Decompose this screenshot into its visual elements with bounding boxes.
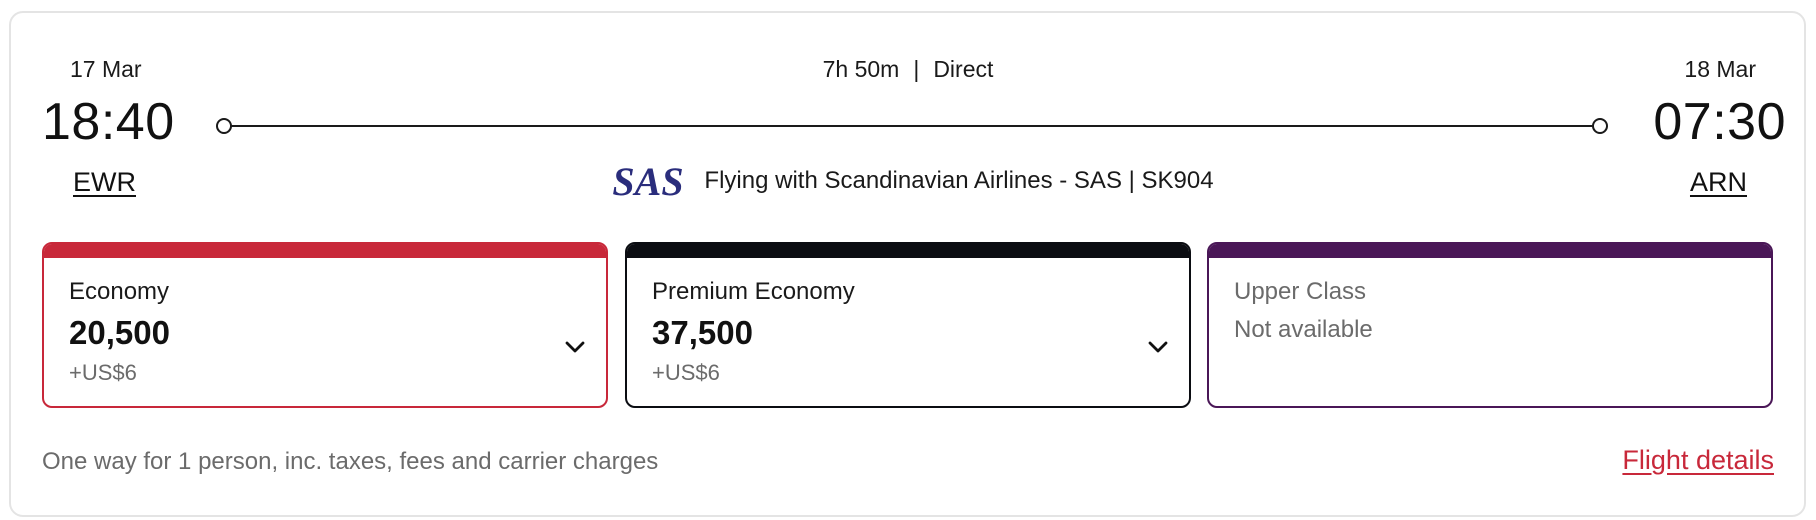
fare-fee: +US$6 <box>69 360 137 385</box>
fare-class-label: Upper Class <box>1234 278 1367 305</box>
chevron-down-icon[interactable] <box>1147 340 1169 354</box>
fare-points: 20,500 <box>69 314 170 351</box>
fare-class-label: Economy <box>69 278 170 305</box>
carrier-text: Flying with Scandinavian Airlines - SAS … <box>704 167 1214 194</box>
duration-separator: | <box>913 56 920 82</box>
sas-logo: SAS <box>613 162 684 200</box>
carrier-info: SAS Flying with Scandinavian Airlines - … <box>0 162 1816 200</box>
fare-accent-bar <box>44 244 606 258</box>
fare-fee: +US$6 <box>652 360 720 385</box>
fare-footnote: One way for 1 person, inc. taxes, fees a… <box>42 448 659 475</box>
duration-text: 7h 50m <box>822 56 900 82</box>
arrival-time: 07:30 <box>1653 93 1786 151</box>
fare-accent-bar <box>1209 244 1771 258</box>
chevron-down-icon[interactable] <box>564 340 586 354</box>
fare-unavailable-text: Not available <box>1234 316 1373 343</box>
stops-text: Direct <box>933 56 994 82</box>
route-line <box>224 125 1600 127</box>
departure-time: 18:40 <box>42 93 175 151</box>
fare-card-upper-class: Upper Class Not available <box>1207 242 1773 408</box>
fare-accent-bar <box>627 244 1189 258</box>
fare-class-label: Premium Economy <box>652 278 855 305</box>
flight-details-link[interactable]: Flight details <box>1622 445 1774 476</box>
fare-card-economy[interactable]: Economy 20,500 +US$6 <box>42 242 608 408</box>
fare-card-premium-economy[interactable]: Premium Economy 37,500 +US$6 <box>625 242 1191 408</box>
route-end-dot <box>1592 118 1608 134</box>
route-start-dot <box>216 118 232 134</box>
svg-text:SAS: SAS <box>613 162 684 200</box>
flight-duration: 7h 50m | Direct <box>0 56 1816 83</box>
arrival-date: 18 Mar <box>1684 56 1756 82</box>
fare-points: 37,500 <box>652 314 753 351</box>
